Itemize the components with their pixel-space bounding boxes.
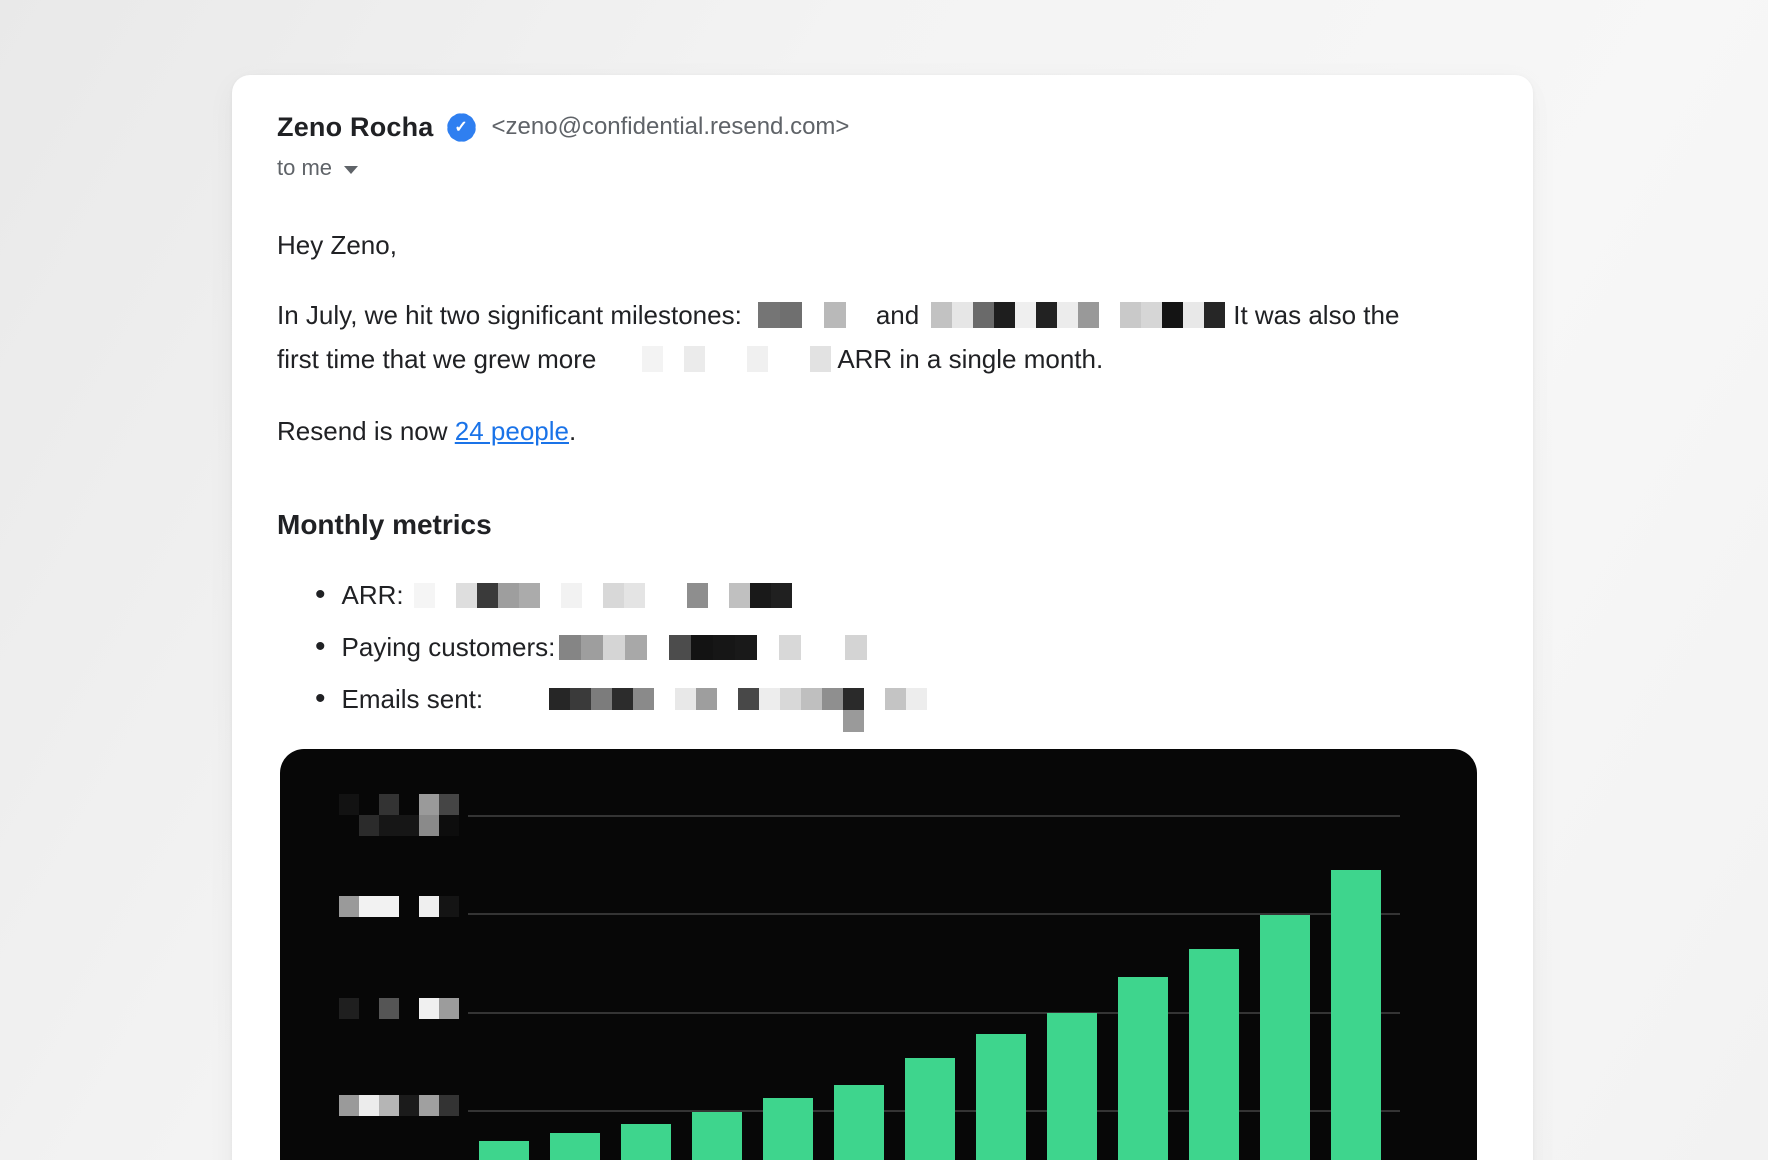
- chart-bar: [1260, 915, 1310, 1160]
- metric-label: Paying customers:: [342, 632, 556, 663]
- paragraph-text: and: [876, 300, 919, 331]
- bullet-icon: •: [315, 682, 326, 716]
- bullet-icon: •: [315, 630, 326, 664]
- metrics-chart: [280, 749, 1477, 1160]
- redacted-emails-sent-value: [549, 688, 927, 710]
- email-card: Zeno Rocha ✓ <zeno@confidential.resend.c…: [232, 75, 1533, 1160]
- chart-bar: [1331, 870, 1381, 1160]
- chart-bar: [1047, 1013, 1097, 1160]
- metrics-heading: Monthly metrics: [277, 503, 1488, 547]
- metric-label: Emails sent:: [342, 684, 484, 715]
- chart-bar: [621, 1124, 671, 1160]
- verified-badge-icon: ✓: [447, 113, 476, 142]
- redacted-paying-customers-value: [559, 635, 867, 660]
- paragraph-text: It was also the: [1233, 300, 1399, 331]
- bullet-icon: •: [315, 578, 326, 612]
- list-item-arr: • ARR:: [315, 569, 1488, 621]
- redacted-milestone-1: [758, 302, 846, 328]
- redacted-growth-amount: [642, 346, 831, 372]
- redacted-y-axis-label: [339, 998, 459, 1019]
- chart-bar: [1118, 977, 1168, 1160]
- redacted-y-axis-label: [339, 896, 459, 917]
- recipient-dropdown[interactable]: to me: [277, 155, 358, 181]
- redacted-y-axis-label: [339, 1095, 459, 1116]
- greeting-text: Hey Zeno,: [277, 223, 1488, 267]
- chart-bar: [976, 1034, 1026, 1160]
- chart-bar: [550, 1133, 600, 1160]
- sender-address: <zeno@confidential.resend.com>: [492, 113, 850, 141]
- chart-bar: [692, 1112, 742, 1160]
- milestones-paragraph: In July, we hit two significant mileston…: [277, 293, 1488, 381]
- list-item-emails-sent: • Emails sent:: [315, 673, 1488, 725]
- metrics-list: • ARR: • Paying customers: • Emails sent…: [277, 569, 1488, 725]
- paragraph-text: In July, we hit two significant mileston…: [277, 300, 742, 331]
- chart-bar: [763, 1098, 813, 1160]
- paragraph-text: ARR in a single month.: [837, 344, 1103, 375]
- list-item-paying-customers: • Paying customers:: [315, 621, 1488, 673]
- team-size-paragraph: Resend is now 24 people.: [277, 409, 1488, 453]
- chart-bar: [905, 1058, 955, 1160]
- chevron-down-icon: [344, 166, 358, 174]
- email-header: Zeno Rocha ✓ <zeno@confidential.resend.c…: [277, 109, 1488, 145]
- redacted-y-axis-label: [339, 794, 459, 815]
- redacted-arr-value: [414, 583, 792, 608]
- chart-gridline: [468, 815, 1400, 817]
- chart-bar: [834, 1085, 884, 1160]
- metric-label: ARR:: [342, 580, 404, 611]
- team-size-link[interactable]: 24 people: [455, 416, 569, 446]
- sender-name: Zeno Rocha: [277, 112, 434, 143]
- chart-bar: [1189, 949, 1239, 1160]
- redacted-milestone-2: [931, 302, 1225, 328]
- chart-bar: [479, 1141, 529, 1160]
- page-background: Zeno Rocha ✓ <zeno@confidential.resend.c…: [0, 0, 1768, 1160]
- recipient-label: to me: [277, 155, 332, 181]
- paragraph-text: first time that we grew more: [277, 344, 596, 375]
